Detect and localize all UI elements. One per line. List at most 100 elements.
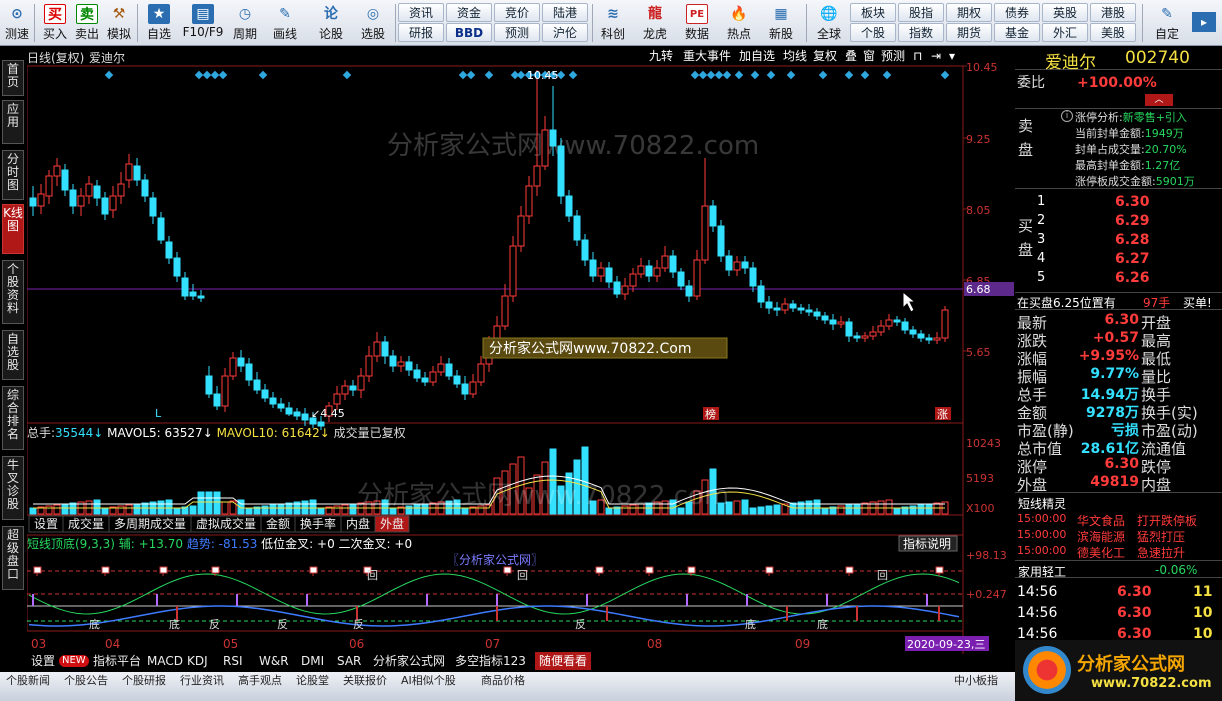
- hk-stocks-button[interactable]: 港股: [1090, 3, 1136, 22]
- news-tab-7[interactable]: AI相似个股: [401, 674, 456, 688]
- discuss-button[interactable]: 论 论股: [314, 2, 348, 44]
- volume-tab[interactable]: 金额: [266, 516, 290, 531]
- favorite-button[interactable]: ★ 自选: [142, 2, 176, 44]
- news-tab-3[interactable]: 行业资讯: [180, 674, 224, 688]
- bonds-button[interactable]: 债券: [994, 3, 1040, 22]
- indicator-tab-5[interactable]: RSI: [219, 652, 247, 670]
- tab-home[interactable]: 首页: [2, 60, 24, 96]
- price-tick-label: 8.05: [966, 204, 991, 217]
- tab-watchlist[interactable]: 自选股: [2, 330, 24, 380]
- signal-diamond: [818, 70, 828, 80]
- forex-button[interactable]: 外汇: [1042, 23, 1088, 42]
- customize-button[interactable]: ✎ 自定: [1150, 2, 1184, 44]
- volume-tab[interactable]: 内盘: [346, 516, 370, 531]
- news-tab-4[interactable]: 高手观点: [238, 674, 282, 688]
- news-tab-8[interactable]: 商品价格: [481, 674, 525, 688]
- news-tab-5[interactable]: 论股堂: [296, 674, 329, 688]
- volume-tab[interactable]: 多周期成交量: [114, 516, 186, 531]
- period-button[interactable]: ◷ 周期: [228, 2, 262, 44]
- hot-topics-button[interactable]: 🔥 热点: [722, 2, 756, 44]
- sell-button[interactable]: 卖 卖出: [72, 2, 102, 44]
- global-button[interactable]: 🌐 全球: [812, 2, 846, 44]
- customize-icon: ✎: [1161, 6, 1173, 22]
- candle-body: [429, 371, 437, 383]
- funds-button[interactable]: 基金: [994, 23, 1040, 42]
- volume-tab[interactable]: 虚拟成交量: [196, 516, 256, 531]
- tab-super-quote[interactable]: 超级盘口: [2, 526, 24, 590]
- sector-button[interactable]: 板块: [850, 3, 896, 22]
- auction-button[interactable]: 竞价: [494, 3, 540, 22]
- stocks-button[interactable]: 个股: [850, 23, 896, 42]
- indicator-tab-6[interactable]: W&R: [255, 652, 293, 670]
- news-tab-6[interactable]: 关联报价: [343, 674, 387, 688]
- research-button[interactable]: 研报: [398, 23, 444, 42]
- fund-flow-button[interactable]: 资金: [446, 3, 492, 22]
- sprite-stock[interactable]: 滨海能源: [1077, 528, 1125, 545]
- news-tab-0[interactable]: 个股新闻: [6, 674, 50, 688]
- futures-button[interactable]: 期货: [946, 23, 992, 42]
- more-toolbar-icon[interactable]: ▸: [1192, 12, 1216, 32]
- candle-body: [765, 301, 773, 309]
- tab-timeshare[interactable]: 分时图: [2, 150, 24, 200]
- indicator-mark: 回: [367, 569, 378, 582]
- index-name-label: 中小板指: [954, 674, 998, 687]
- news-tab-1[interactable]: 个股公告: [64, 674, 108, 688]
- tab-kline[interactable]: K线图: [2, 204, 24, 254]
- sector-row[interactable]: 家用轻工 -0.06%: [1015, 560, 1222, 579]
- kline-chart[interactable]: 10.459.258.056.855.656.68分析家公式网www.70822…: [27, 46, 1015, 654]
- indicator-tab-1[interactable]: NEW: [59, 655, 89, 667]
- volume-tab[interactable]: 成交量: [68, 516, 104, 531]
- sprite-stock[interactable]: 华文食品: [1077, 512, 1125, 529]
- uk-stocks-button[interactable]: 英股: [1042, 3, 1088, 22]
- indicator-tab-3[interactable]: MACD: [143, 652, 187, 670]
- limit-line-key: 封单占成交量:: [1075, 143, 1145, 156]
- dragon-tiger-button[interactable]: 龍 龙虎: [638, 2, 672, 44]
- tab-apps[interactable]: 应用: [2, 100, 24, 144]
- info-button[interactable]: 资讯: [398, 3, 444, 22]
- bbd-button[interactable]: BBD: [446, 23, 492, 42]
- indicator-mark: 反: [353, 618, 364, 631]
- select-stock-button[interactable]: ◎ 选股: [356, 2, 390, 44]
- indicator-tab-0[interactable]: 设置: [27, 652, 59, 670]
- new-stock-button[interactable]: ▦ 新股: [764, 2, 798, 44]
- data-button[interactable]: PE 数据: [680, 2, 714, 44]
- volume-tab[interactable]: 外盘: [380, 516, 404, 531]
- f10-button[interactable]: ▤ F10/F9: [180, 2, 226, 44]
- bid-level: 1: [1037, 194, 1046, 209]
- bid-price: 6.27: [1115, 251, 1150, 267]
- simulate-button[interactable]: ⚒ 模拟: [104, 2, 134, 44]
- indicator-tab-4[interactable]: KDJ: [183, 652, 212, 670]
- indicator-tab-2[interactable]: 指标平台: [89, 652, 145, 670]
- hk-connect-button[interactable]: 陆港: [542, 3, 588, 22]
- volume-tab[interactable]: 设置: [34, 517, 58, 531]
- star-market-button[interactable]: ≋ 科创: [596, 2, 630, 44]
- indicator-tab-8[interactable]: SAR: [333, 652, 365, 670]
- indicator-tab-9[interactable]: 分析家公式网: [369, 652, 449, 670]
- forecast-button[interactable]: 预测: [494, 23, 540, 42]
- speed-test-button[interactable]: ⊙ 测速: [2, 2, 32, 44]
- us-stocks-button[interactable]: 美股: [1090, 23, 1136, 42]
- tab-diagnosis[interactable]: 牛叉诊股: [2, 456, 24, 520]
- collapse-icon[interactable]: ︿: [1145, 94, 1173, 106]
- tab-stock-profile[interactable]: 个股资料: [2, 260, 24, 324]
- indicator-flag: [935, 566, 944, 574]
- indicator-flag: [503, 566, 512, 574]
- indicator-tab-11[interactable]: 随便看看: [535, 652, 592, 670]
- candle-body: [813, 311, 821, 317]
- tab-ranking[interactable]: 综合排名: [2, 386, 24, 450]
- volume-tab[interactable]: 换手率: [300, 516, 336, 531]
- stat-value: +0.57: [1092, 330, 1139, 346]
- options-button[interactable]: 期权: [946, 3, 992, 22]
- draw-line-button[interactable]: ✎ 画线: [268, 2, 302, 44]
- volume-bar: [917, 504, 925, 515]
- indicator-tab-7[interactable]: DMI: [297, 652, 328, 670]
- buy-button[interactable]: 买 买入: [40, 2, 70, 44]
- shanghai-london-button[interactable]: 沪伦: [542, 23, 588, 42]
- news-tab-2[interactable]: 个股研报: [122, 674, 166, 688]
- sprite-stock[interactable]: 德美化工: [1077, 544, 1125, 561]
- index-futures-button[interactable]: 股指: [898, 3, 944, 22]
- candle-body: [893, 319, 901, 323]
- indicator-explain-button[interactable]: 指标说明: [903, 536, 951, 551]
- index-button[interactable]: 指数: [898, 23, 944, 42]
- indicator-tab-10[interactable]: 多空指标123: [451, 652, 530, 670]
